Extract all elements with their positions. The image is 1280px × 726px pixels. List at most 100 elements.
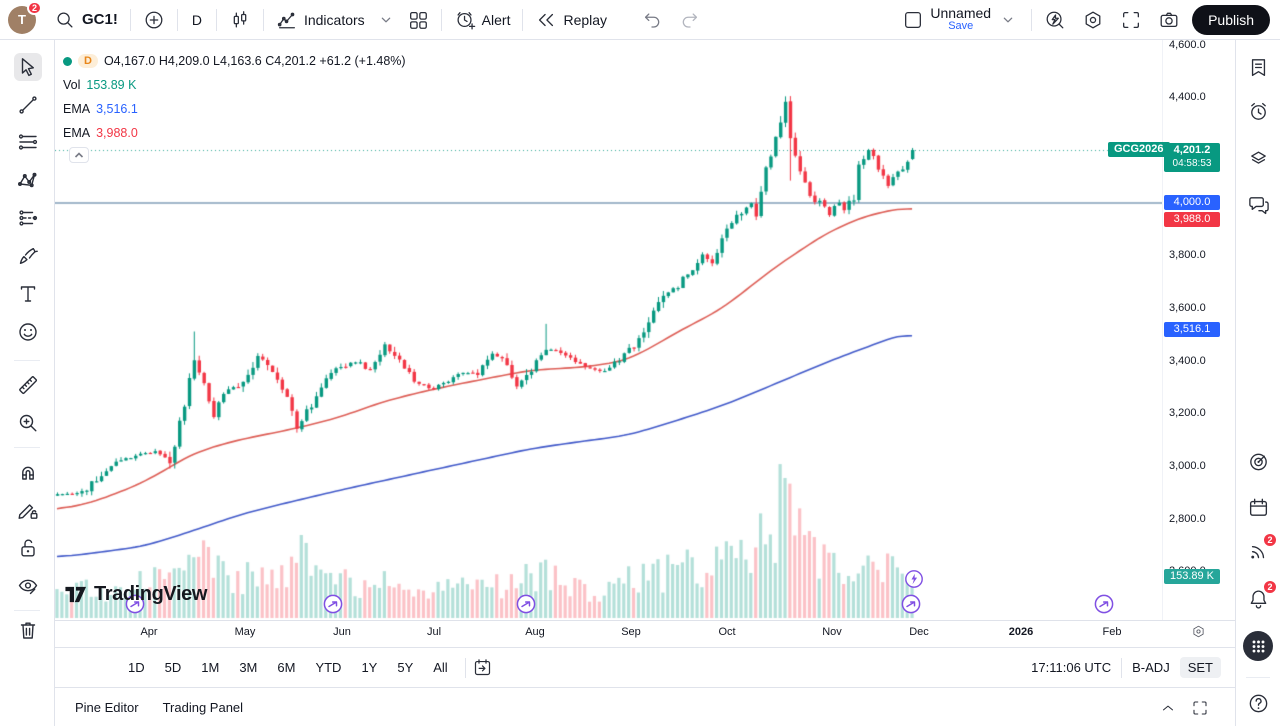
redo-button[interactable] — [671, 4, 709, 36]
remove-drawings[interactable] — [14, 616, 42, 644]
create-alert-button[interactable]: Alert — [446, 4, 519, 36]
bar-replay-button[interactable]: Replay — [527, 4, 615, 36]
measure-tool[interactable] — [14, 371, 42, 399]
range-button-ytd[interactable]: YTD — [308, 657, 348, 678]
snapshot-button[interactable] — [1150, 4, 1188, 36]
contract-rollover-marker-icon[interactable] — [1094, 594, 1114, 614]
contract-rollover-marker-icon[interactable] — [516, 594, 536, 614]
magnet-mode[interactable] — [14, 458, 42, 486]
ema-slow-legend-row[interactable]: EMA 3,516.1 — [63, 97, 406, 121]
notifications-panel[interactable]: 2 — [1244, 584, 1272, 612]
range-button-3m[interactable]: 3M — [232, 657, 264, 678]
layout-grid-button[interactable] — [399, 4, 437, 36]
text-tool[interactable] — [14, 280, 42, 308]
range-button-6m[interactable]: 6M — [270, 657, 302, 678]
symbol-search-button[interactable]: GC1! — [46, 4, 126, 36]
panel-chevron-up-icon[interactable] — [1159, 699, 1177, 717]
panel-expand-icon[interactable] — [1191, 699, 1209, 717]
last-price-badge: 4,201.2 04:58:53 — [1164, 143, 1220, 172]
price-tick-label: 4,600.0 — [1169, 39, 1206, 51]
contract-rollover-marker-icon[interactable] — [323, 594, 343, 614]
symbol-legend-row[interactable]: D O4,167.0 H4,209.0 L4,163.6 C4,201.2 +6… — [63, 49, 406, 73]
quick-search-button[interactable] — [1036, 4, 1074, 36]
fullscreen-button[interactable] — [1112, 4, 1150, 36]
pine-editor-tab[interactable]: Pine Editor — [63, 689, 151, 726]
help-button[interactable] — [1244, 689, 1272, 717]
compare-add-symbol-button[interactable] — [135, 4, 173, 36]
bottom-status-bar: Pine Editor Trading Panel — [55, 689, 1235, 726]
trend-line-tool[interactable] — [14, 91, 42, 119]
clock-utc[interactable]: 17:11:06 UTC — [1031, 660, 1111, 675]
layout-select-button[interactable]: Unnamed Save — [894, 4, 1027, 36]
fib-retracement-tool[interactable] — [14, 128, 42, 156]
volume-legend-row[interactable]: Vol 153.89 K — [63, 73, 406, 97]
magnet-icon — [16, 460, 40, 484]
range-button-5d[interactable]: 5D — [158, 657, 189, 678]
emoji-tool[interactable] — [14, 318, 42, 346]
replay-label: Replay — [563, 12, 607, 28]
zoom-in-icon — [16, 411, 40, 435]
ruler-icon — [16, 373, 40, 397]
brush-tool[interactable] — [14, 242, 42, 270]
watchlist-icon — [1247, 56, 1270, 79]
chart-style-button[interactable] — [221, 4, 259, 36]
save-link[interactable]: Save — [948, 21, 973, 33]
go-to-date-icon[interactable] — [472, 657, 493, 678]
calendar-panel[interactable] — [1244, 493, 1272, 521]
range-button-1m[interactable]: 1M — [194, 657, 226, 678]
time-tick-label: Oct — [718, 626, 735, 638]
volume-value: 153.89 K — [86, 78, 136, 92]
lock-drawings[interactable] — [14, 534, 42, 562]
range-button-1y[interactable]: 1Y — [354, 657, 384, 678]
projection-tool[interactable] — [14, 204, 42, 232]
pattern-tool[interactable] — [14, 166, 42, 194]
user-avatar[interactable]: T 2 — [8, 6, 36, 34]
indicator-templates-button[interactable] — [373, 4, 399, 36]
streams-panel[interactable]: 2 — [1244, 537, 1272, 565]
back-adjust-toggle[interactable]: B-ADJ — [1132, 660, 1170, 675]
range-button-1d[interactable]: 1D — [121, 657, 152, 678]
object-tree-panel[interactable] — [1244, 143, 1272, 171]
trading-panel-tab[interactable]: Trading Panel — [151, 689, 255, 726]
undo-icon — [641, 9, 663, 31]
chat-icon — [1247, 193, 1270, 216]
price-scale-settings-gear-icon[interactable] — [1191, 624, 1206, 639]
bottom-range-toolbar: 1D5D1M3M6MYTD1Y5YAll 17:11:06 UTC B-ADJ … — [55, 647, 1235, 688]
chat-panel[interactable] — [1244, 190, 1272, 218]
toolbar-divider — [263, 9, 264, 31]
interval-badge[interactable]: D — [78, 54, 98, 68]
hide-drawings[interactable] — [14, 572, 42, 600]
time-tick-label: Jul — [427, 626, 441, 638]
ema-fast-legend-row[interactable]: EMA 3,988.0 — [63, 121, 406, 145]
time-axis[interactable]: AprMayJunJulAugSepOctNovDec2026Feb — [55, 620, 1235, 647]
contract-label-badge[interactable]: GCG2026 — [1108, 142, 1170, 157]
legend-collapse-button[interactable] — [69, 147, 89, 163]
apps-menu[interactable] — [1243, 631, 1273, 661]
undo-button[interactable] — [633, 4, 671, 36]
layout-name-save: Unnamed Save — [930, 6, 991, 32]
interval-button[interactable]: D — [182, 4, 212, 36]
stay-in-drawing-mode[interactable] — [14, 496, 42, 524]
chart-settings-button[interactable] — [1074, 4, 1112, 36]
session-toggle[interactable]: SET — [1180, 657, 1221, 678]
tradingview-watermark-logo[interactable]: TradingView — [64, 583, 207, 606]
last-price-value: 4,201.2 — [1169, 144, 1215, 158]
zoom-in-tool[interactable] — [14, 409, 42, 437]
contract-rollover-marker-icon[interactable] — [901, 594, 921, 614]
indicators-button[interactable]: Indicators — [268, 4, 373, 36]
toolbar-divider — [14, 610, 40, 611]
range-button-all[interactable]: All — [426, 657, 454, 678]
time-tick-label: Nov — [822, 626, 842, 638]
range-divider — [1121, 658, 1122, 678]
event-lightning-marker-icon[interactable] — [904, 569, 924, 589]
horizontal-line-price-badge[interactable]: 4,000.0 — [1164, 195, 1220, 210]
range-button-5y[interactable]: 5Y — [390, 657, 420, 678]
cursor-tool[interactable] — [14, 53, 42, 81]
publish-button[interactable]: Publish — [1192, 5, 1270, 35]
alerts-panel[interactable] — [1244, 97, 1272, 125]
volume-label: Vol — [63, 78, 80, 92]
ohlc-values: O4,167.0 H4,209.0 L4,163.6 C4,201.2 +61.… — [104, 54, 406, 68]
watchlist-panel[interactable] — [1244, 53, 1272, 81]
ideas-panel[interactable] — [1244, 447, 1272, 475]
help-icon — [1247, 692, 1270, 715]
